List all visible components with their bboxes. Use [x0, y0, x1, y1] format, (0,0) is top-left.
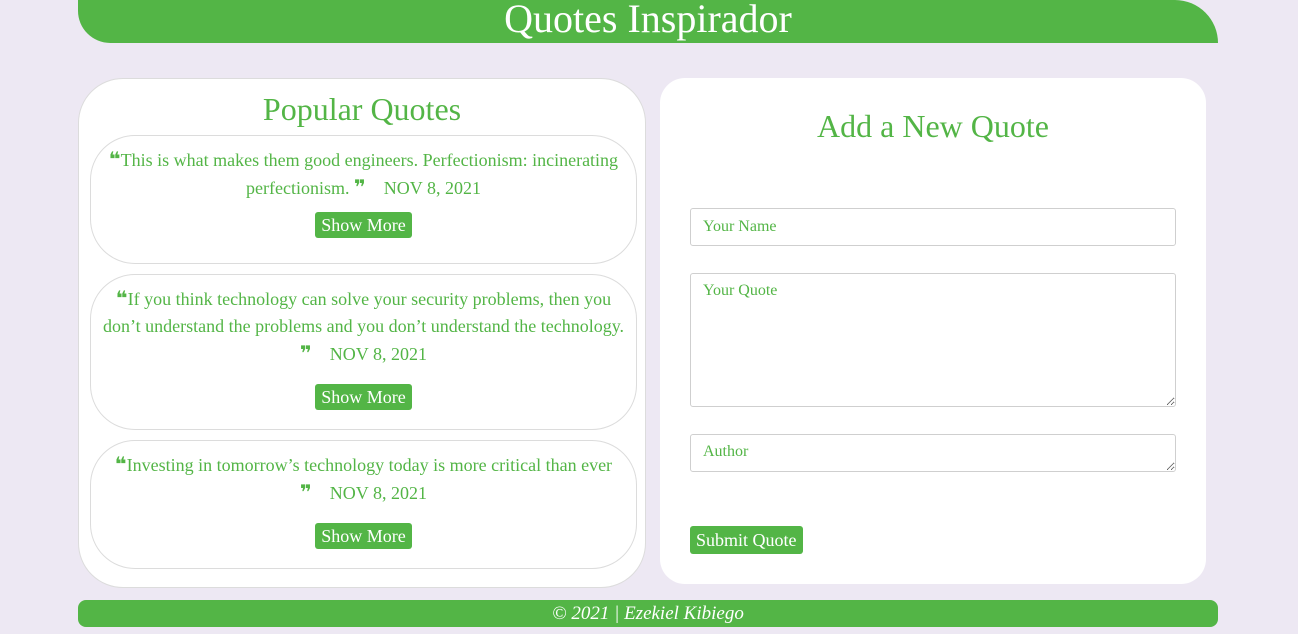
- quote-date: NOV 8, 2021: [329, 483, 427, 503]
- close-quote-icon: ❞: [300, 341, 312, 365]
- close-quote-icon: ❞: [300, 480, 312, 504]
- popular-quotes-panel: Popular Quotes ❝This is what makes them …: [78, 78, 646, 588]
- site-footer: © 2021 | Ezekiel Kibiego: [78, 600, 1218, 627]
- open-quote-icon: ❝: [108, 147, 121, 171]
- quote-body: ❝Investing in tomorrow’s technology toda…: [91, 441, 636, 507]
- quote-textarea[interactable]: [690, 273, 1176, 407]
- quote-card: ❝Investing in tomorrow’s technology toda…: [90, 440, 637, 569]
- show-more-button[interactable]: Show More: [315, 212, 412, 238]
- quote-text: If you think technology can solve your s…: [102, 289, 625, 336]
- close-quote-icon: ❞: [354, 175, 366, 199]
- quote-card: ❝If you think technology can solve your …: [90, 274, 637, 430]
- popular-quotes-heading: Popular Quotes: [262, 91, 462, 127]
- submit-quote-button[interactable]: Submit Quote: [690, 526, 803, 554]
- quote-text: This is what makes them good engineers. …: [120, 150, 619, 198]
- site-title: Quotes Inspirador: [504, 0, 792, 41]
- quote-text: Investing in tomorrow’s technology today…: [126, 455, 613, 475]
- quote-date: NOV 8, 2021: [383, 178, 481, 198]
- open-quote-icon: ❝: [115, 286, 128, 310]
- add-quote-panel: Add a New Quote Submit Quote: [660, 78, 1206, 584]
- quote-date: NOV 8, 2021: [329, 344, 427, 364]
- name-input[interactable]: [690, 208, 1176, 246]
- open-quote-icon: ❝: [114, 452, 127, 476]
- quote-card: ❝This is what makes them good engineers.…: [90, 135, 637, 264]
- show-more-button[interactable]: Show More: [315, 523, 412, 549]
- add-quote-heading: Add a New Quote: [817, 108, 1049, 144]
- quote-body: ❝This is what makes them good engineers.…: [91, 136, 636, 202]
- author-input[interactable]: [690, 434, 1176, 472]
- quote-body: ❝If you think technology can solve your …: [91, 275, 636, 368]
- show-more-button[interactable]: Show More: [315, 384, 412, 410]
- footer-copyright: © 2021 | Ezekiel Kibiego: [552, 603, 744, 624]
- site-header: Quotes Inspirador: [78, 0, 1218, 43]
